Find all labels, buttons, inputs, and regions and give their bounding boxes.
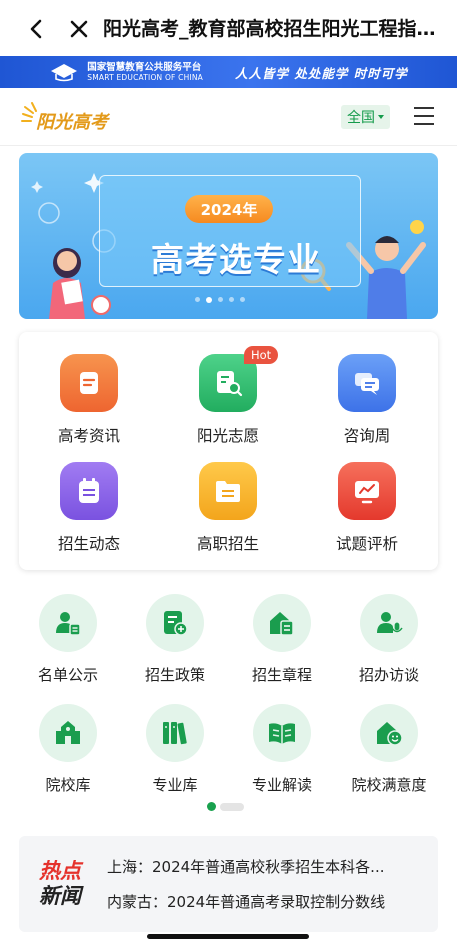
hamburger-menu-icon[interactable] bbox=[414, 107, 436, 125]
year-badge: 2024年 bbox=[185, 195, 273, 223]
books-icon bbox=[146, 704, 204, 762]
chart-board-icon bbox=[338, 462, 396, 520]
open-book-icon bbox=[253, 704, 311, 762]
grid-item-news[interactable]: 高考资讯 bbox=[29, 354, 149, 446]
grid-item-consult[interactable]: 咨询周 bbox=[307, 354, 427, 446]
carousel-dot-active[interactable] bbox=[206, 296, 212, 303]
news-item[interactable]: 上海：2024年普通高校秋季招生本科各... bbox=[107, 856, 425, 877]
user-mic-icon bbox=[360, 594, 418, 652]
hot-news-tag-bottom: 新闻 bbox=[39, 883, 81, 908]
sec-item-name-list[interactable]: 名单公示 bbox=[16, 594, 120, 685]
sec-item-label: 名单公示 bbox=[37, 666, 98, 684]
sec-item-label: 招生章程 bbox=[251, 666, 312, 684]
grid-item-label: 试题评析 bbox=[335, 535, 398, 553]
news-item[interactable]: 内蒙古：2024年普通高考录取控制分数线 bbox=[107, 891, 425, 912]
sec-item-satisfaction[interactable]: 院校满意度 bbox=[337, 704, 441, 795]
grid-item-analysis[interactable]: 试题评析 bbox=[307, 462, 427, 554]
pager-dot[interactable] bbox=[220, 802, 244, 811]
grid-item-volunteer[interactable]: 阳光志愿 bbox=[168, 354, 288, 446]
home-indicator bbox=[147, 934, 309, 939]
platform-name-cn: 国家智慧教育公共服务平台 bbox=[87, 61, 202, 73]
document-icon bbox=[60, 354, 118, 412]
caret-down-icon bbox=[378, 115, 384, 119]
carousel-headline: 高考选专业 bbox=[151, 240, 321, 279]
back-arrow-icon[interactable] bbox=[26, 18, 48, 40]
grid-item-dynamics[interactable]: 招生动态 bbox=[29, 462, 149, 554]
sec-item-major-guide[interactable]: 专业解读 bbox=[230, 704, 334, 795]
carousel-dot[interactable] bbox=[195, 297, 200, 302]
sec-item-major-db[interactable]: 专业库 bbox=[123, 704, 227, 795]
grid-item-label: 咨询周 bbox=[343, 427, 391, 445]
platform-name: 国家智慧教育公共服务平台 SMART EDUCATION OF CHINA bbox=[87, 61, 203, 82]
house-smile-icon bbox=[360, 704, 418, 762]
close-icon[interactable] bbox=[68, 18, 90, 40]
sec-item-label: 招生政策 bbox=[144, 666, 205, 684]
sec-item-label: 专业库 bbox=[152, 776, 198, 794]
sec-item-label: 院校满意度 bbox=[351, 776, 427, 794]
site-header: 阳光高考 全国 bbox=[0, 88, 457, 146]
smart-education-logo-icon bbox=[51, 64, 78, 82]
grid-item-vocational[interactable]: 高职招生 bbox=[168, 462, 288, 554]
sec-item-charter[interactable]: 招生章程 bbox=[230, 594, 334, 685]
page-title: 阳光高考_教育部高校招生阳光工程指定... bbox=[103, 18, 448, 40]
carousel-dot[interactable] bbox=[229, 297, 234, 302]
calendar-icon bbox=[60, 462, 118, 520]
grid-item-label: 高职招生 bbox=[196, 535, 259, 553]
policy-doc-icon bbox=[146, 594, 204, 652]
pager-dot-active[interactable] bbox=[207, 802, 216, 811]
hot-news-tag-top: 热点 bbox=[39, 858, 81, 883]
region-label: 全国 bbox=[347, 110, 375, 126]
sec-item-policy[interactable]: 招生政策 bbox=[123, 594, 227, 685]
hot-news-panel: 热点 新闻 上海：2024年普通高校秋季招生本科各... 内蒙古：2024年普通… bbox=[19, 836, 438, 932]
folder-icon bbox=[199, 462, 257, 520]
sec-item-school-db[interactable]: 院校库 bbox=[16, 704, 120, 795]
grid-item-label: 阳光志愿 bbox=[196, 427, 259, 445]
smart-education-banner[interactable]: 国家智慧教育公共服务平台 SMART EDUCATION OF CHINA 人人… bbox=[0, 56, 457, 88]
platform-name-en: SMART EDUCATION OF CHINA bbox=[87, 73, 203, 82]
grid-item-label: 招生动态 bbox=[57, 535, 120, 553]
carousel-dot[interactable] bbox=[240, 297, 245, 302]
carousel-dot[interactable] bbox=[218, 297, 223, 302]
grid-pager[interactable] bbox=[207, 802, 244, 811]
grid-item-label: 高考资讯 bbox=[57, 427, 120, 445]
carousel-dots[interactable] bbox=[195, 296, 245, 303]
school-icon bbox=[39, 704, 97, 762]
house-doc-icon bbox=[253, 594, 311, 652]
browser-top-bar: 阳光高考_教育部高校招生阳光工程指定... bbox=[0, 0, 457, 56]
sec-item-interview[interactable]: 招办访谈 bbox=[337, 594, 441, 685]
user-list-icon bbox=[39, 594, 97, 652]
hot-news-tag: 热点 新闻 bbox=[39, 858, 89, 908]
promo-carousel[interactable]: 2024年 高考选专业 bbox=[19, 153, 438, 319]
hot-badge: Hot bbox=[244, 346, 279, 364]
brand-name[interactable]: 阳光高考 bbox=[36, 108, 108, 134]
sec-item-label: 招办访谈 bbox=[358, 666, 419, 684]
sec-item-label: 专业解读 bbox=[251, 776, 312, 794]
region-selector[interactable]: 全国 bbox=[341, 105, 390, 129]
sec-item-label: 院校库 bbox=[45, 776, 91, 794]
chat-icon bbox=[338, 354, 396, 412]
platform-slogan: 人人皆学 处处能学 时时可学 bbox=[235, 65, 408, 81]
